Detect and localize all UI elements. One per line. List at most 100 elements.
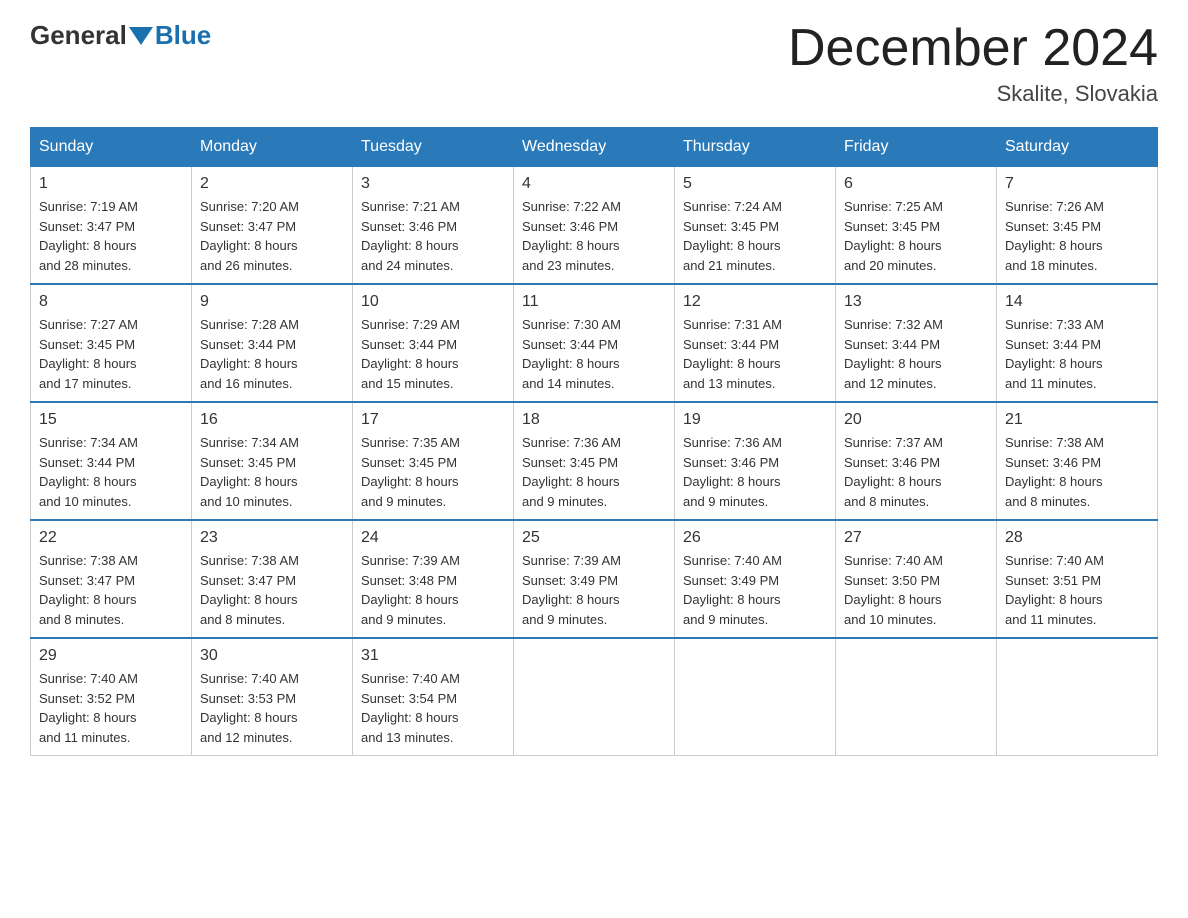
col-tuesday: Tuesday xyxy=(353,128,514,167)
day-number: 7 xyxy=(1005,175,1149,193)
table-row: 26 Sunrise: 7:40 AM Sunset: 3:49 PM Dayl… xyxy=(675,520,836,638)
table-row: 19 Sunrise: 7:36 AM Sunset: 3:46 PM Dayl… xyxy=(675,402,836,520)
table-row xyxy=(675,638,836,756)
calendar-week-row: 15 Sunrise: 7:34 AM Sunset: 3:44 PM Dayl… xyxy=(31,402,1158,520)
day-number: 21 xyxy=(1005,411,1149,429)
day-number: 9 xyxy=(200,293,344,311)
title-section: December 2024 Skalite, Slovakia xyxy=(788,20,1158,107)
table-row: 13 Sunrise: 7:32 AM Sunset: 3:44 PM Dayl… xyxy=(836,284,997,402)
day-info: Sunrise: 7:31 AM Sunset: 3:44 PM Dayligh… xyxy=(683,315,827,393)
table-row: 12 Sunrise: 7:31 AM Sunset: 3:44 PM Dayl… xyxy=(675,284,836,402)
table-row: 16 Sunrise: 7:34 AM Sunset: 3:45 PM Dayl… xyxy=(192,402,353,520)
calendar-week-row: 29 Sunrise: 7:40 AM Sunset: 3:52 PM Dayl… xyxy=(31,638,1158,756)
table-row: 1 Sunrise: 7:19 AM Sunset: 3:47 PM Dayli… xyxy=(31,167,192,285)
table-row: 27 Sunrise: 7:40 AM Sunset: 3:50 PM Dayl… xyxy=(836,520,997,638)
day-info: Sunrise: 7:40 AM Sunset: 3:52 PM Dayligh… xyxy=(39,669,183,747)
table-row: 11 Sunrise: 7:30 AM Sunset: 3:44 PM Dayl… xyxy=(514,284,675,402)
day-info: Sunrise: 7:36 AM Sunset: 3:46 PM Dayligh… xyxy=(683,433,827,511)
day-info: Sunrise: 7:40 AM Sunset: 3:50 PM Dayligh… xyxy=(844,551,988,629)
day-number: 16 xyxy=(200,411,344,429)
day-number: 24 xyxy=(361,529,505,547)
day-info: Sunrise: 7:24 AM Sunset: 3:45 PM Dayligh… xyxy=(683,197,827,275)
day-number: 26 xyxy=(683,529,827,547)
day-number: 28 xyxy=(1005,529,1149,547)
day-info: Sunrise: 7:39 AM Sunset: 3:48 PM Dayligh… xyxy=(361,551,505,629)
col-thursday: Thursday xyxy=(675,128,836,167)
table-row: 14 Sunrise: 7:33 AM Sunset: 3:44 PM Dayl… xyxy=(997,284,1158,402)
table-row: 8 Sunrise: 7:27 AM Sunset: 3:45 PM Dayli… xyxy=(31,284,192,402)
table-row: 6 Sunrise: 7:25 AM Sunset: 3:45 PM Dayli… xyxy=(836,167,997,285)
table-row: 30 Sunrise: 7:40 AM Sunset: 3:53 PM Dayl… xyxy=(192,638,353,756)
day-number: 11 xyxy=(522,293,666,311)
day-info: Sunrise: 7:34 AM Sunset: 3:45 PM Dayligh… xyxy=(200,433,344,511)
day-number: 30 xyxy=(200,647,344,665)
day-info: Sunrise: 7:21 AM Sunset: 3:46 PM Dayligh… xyxy=(361,197,505,275)
day-number: 8 xyxy=(39,293,183,311)
table-row: 2 Sunrise: 7:20 AM Sunset: 3:47 PM Dayli… xyxy=(192,167,353,285)
day-number: 19 xyxy=(683,411,827,429)
day-info: Sunrise: 7:30 AM Sunset: 3:44 PM Dayligh… xyxy=(522,315,666,393)
table-row xyxy=(514,638,675,756)
day-number: 31 xyxy=(361,647,505,665)
table-row: 10 Sunrise: 7:29 AM Sunset: 3:44 PM Dayl… xyxy=(353,284,514,402)
table-row: 22 Sunrise: 7:38 AM Sunset: 3:47 PM Dayl… xyxy=(31,520,192,638)
day-number: 6 xyxy=(844,175,988,193)
location-subtitle: Skalite, Slovakia xyxy=(788,81,1158,107)
month-title: December 2024 xyxy=(788,20,1158,77)
day-number: 23 xyxy=(200,529,344,547)
table-row xyxy=(836,638,997,756)
table-row: 21 Sunrise: 7:38 AM Sunset: 3:46 PM Dayl… xyxy=(997,402,1158,520)
table-row: 9 Sunrise: 7:28 AM Sunset: 3:44 PM Dayli… xyxy=(192,284,353,402)
table-row: 25 Sunrise: 7:39 AM Sunset: 3:49 PM Dayl… xyxy=(514,520,675,638)
day-number: 4 xyxy=(522,175,666,193)
day-info: Sunrise: 7:38 AM Sunset: 3:47 PM Dayligh… xyxy=(200,551,344,629)
col-wednesday: Wednesday xyxy=(514,128,675,167)
day-number: 22 xyxy=(39,529,183,547)
table-row: 7 Sunrise: 7:26 AM Sunset: 3:45 PM Dayli… xyxy=(997,167,1158,285)
day-info: Sunrise: 7:40 AM Sunset: 3:49 PM Dayligh… xyxy=(683,551,827,629)
table-row: 15 Sunrise: 7:34 AM Sunset: 3:44 PM Dayl… xyxy=(31,402,192,520)
day-number: 3 xyxy=(361,175,505,193)
day-info: Sunrise: 7:38 AM Sunset: 3:47 PM Dayligh… xyxy=(39,551,183,629)
day-info: Sunrise: 7:33 AM Sunset: 3:44 PM Dayligh… xyxy=(1005,315,1149,393)
logo-triangle-icon xyxy=(129,27,153,45)
day-info: Sunrise: 7:35 AM Sunset: 3:45 PM Dayligh… xyxy=(361,433,505,511)
logo-blue-text: Blue xyxy=(155,20,211,51)
day-number: 12 xyxy=(683,293,827,311)
day-number: 5 xyxy=(683,175,827,193)
col-saturday: Saturday xyxy=(997,128,1158,167)
day-number: 18 xyxy=(522,411,666,429)
day-info: Sunrise: 7:27 AM Sunset: 3:45 PM Dayligh… xyxy=(39,315,183,393)
table-row: 29 Sunrise: 7:40 AM Sunset: 3:52 PM Dayl… xyxy=(31,638,192,756)
table-row: 23 Sunrise: 7:38 AM Sunset: 3:47 PM Dayl… xyxy=(192,520,353,638)
day-info: Sunrise: 7:26 AM Sunset: 3:45 PM Dayligh… xyxy=(1005,197,1149,275)
col-monday: Monday xyxy=(192,128,353,167)
day-number: 2 xyxy=(200,175,344,193)
calendar-table: Sunday Monday Tuesday Wednesday Thursday… xyxy=(30,127,1158,756)
logo: General Blue xyxy=(30,20,211,51)
day-number: 13 xyxy=(844,293,988,311)
table-row: 3 Sunrise: 7:21 AM Sunset: 3:46 PM Dayli… xyxy=(353,167,514,285)
day-info: Sunrise: 7:40 AM Sunset: 3:51 PM Dayligh… xyxy=(1005,551,1149,629)
day-info: Sunrise: 7:29 AM Sunset: 3:44 PM Dayligh… xyxy=(361,315,505,393)
calendar-week-row: 8 Sunrise: 7:27 AM Sunset: 3:45 PM Dayli… xyxy=(31,284,1158,402)
calendar-week-row: 22 Sunrise: 7:38 AM Sunset: 3:47 PM Dayl… xyxy=(31,520,1158,638)
day-number: 29 xyxy=(39,647,183,665)
table-row: 4 Sunrise: 7:22 AM Sunset: 3:46 PM Dayli… xyxy=(514,167,675,285)
table-row: 17 Sunrise: 7:35 AM Sunset: 3:45 PM Dayl… xyxy=(353,402,514,520)
day-info: Sunrise: 7:38 AM Sunset: 3:46 PM Dayligh… xyxy=(1005,433,1149,511)
day-info: Sunrise: 7:22 AM Sunset: 3:46 PM Dayligh… xyxy=(522,197,666,275)
calendar-week-row: 1 Sunrise: 7:19 AM Sunset: 3:47 PM Dayli… xyxy=(31,167,1158,285)
table-row: 28 Sunrise: 7:40 AM Sunset: 3:51 PM Dayl… xyxy=(997,520,1158,638)
day-info: Sunrise: 7:19 AM Sunset: 3:47 PM Dayligh… xyxy=(39,197,183,275)
day-info: Sunrise: 7:25 AM Sunset: 3:45 PM Dayligh… xyxy=(844,197,988,275)
col-sunday: Sunday xyxy=(31,128,192,167)
day-info: Sunrise: 7:37 AM Sunset: 3:46 PM Dayligh… xyxy=(844,433,988,511)
day-number: 25 xyxy=(522,529,666,547)
day-number: 20 xyxy=(844,411,988,429)
logo-general-text: General xyxy=(30,20,127,51)
day-number: 15 xyxy=(39,411,183,429)
table-row: 24 Sunrise: 7:39 AM Sunset: 3:48 PM Dayl… xyxy=(353,520,514,638)
day-info: Sunrise: 7:39 AM Sunset: 3:49 PM Dayligh… xyxy=(522,551,666,629)
table-row xyxy=(997,638,1158,756)
